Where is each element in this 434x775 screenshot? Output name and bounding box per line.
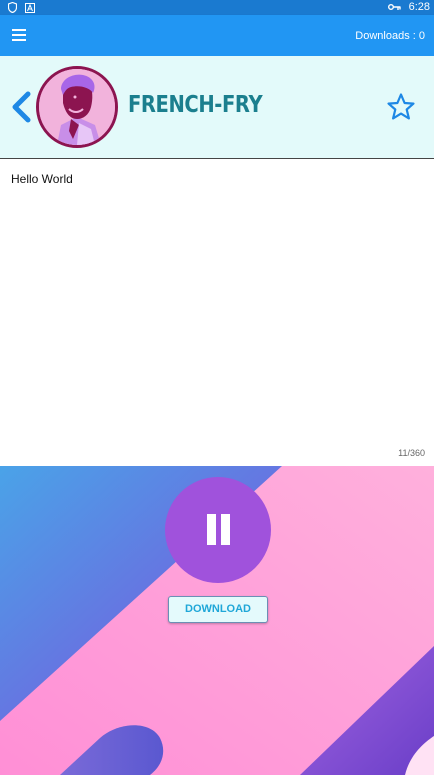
status-time: 6:28 xyxy=(408,1,430,13)
key-icon xyxy=(387,4,401,10)
content-text: Hello World xyxy=(11,172,73,186)
hamburger-menu-icon[interactable] xyxy=(12,29,26,41)
status-bar: 6:28 xyxy=(0,0,434,15)
shield-icon xyxy=(8,2,17,13)
star-outline-icon[interactable] xyxy=(386,92,416,122)
player-panel: DOWNLOAD xyxy=(0,466,434,775)
person-illustration-icon xyxy=(39,69,115,145)
download-button[interactable]: DOWNLOAD xyxy=(168,596,268,623)
content-area: Hello World 11/360 xyxy=(0,159,434,466)
pause-icon xyxy=(165,477,271,583)
a-badge-icon xyxy=(25,2,35,13)
status-left-icons xyxy=(8,2,35,13)
pause-button[interactable] xyxy=(165,477,271,583)
profile-header: FRENCH-FRY xyxy=(0,56,434,159)
status-right-icons: 6:28 xyxy=(387,1,430,13)
downloads-count: Downloads : 0 xyxy=(355,30,425,42)
app-bar: Downloads : 0 xyxy=(0,15,434,56)
profile-name: FRENCH-FRY xyxy=(128,92,263,118)
character-counter: 11/360 xyxy=(398,448,425,458)
avatar xyxy=(36,66,118,148)
chevron-left-icon[interactable] xyxy=(8,90,34,124)
